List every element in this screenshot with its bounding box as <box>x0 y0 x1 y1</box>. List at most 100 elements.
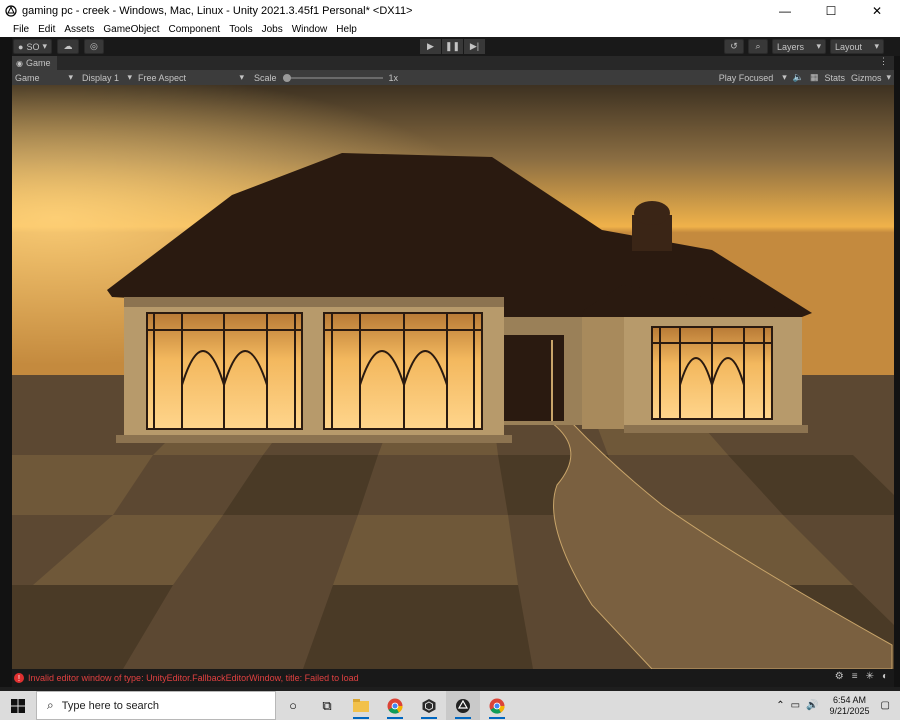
chevron-down-icon: ▾ <box>816 41 821 51</box>
progress-icon[interactable]: ≡ <box>852 671 858 682</box>
menu-tools[interactable]: Tools <box>229 24 252 35</box>
layers-dropdown[interactable]: Layers ▾ <box>772 39 826 54</box>
menu-assets[interactable]: Assets <box>64 24 94 35</box>
chevron-down-icon: ▾ <box>874 41 879 51</box>
pause-button[interactable]: ❚❚ <box>442 39 463 54</box>
gizmos-label: Gizmos <box>851 72 882 83</box>
layers-label: Layers <box>777 41 805 52</box>
menu-jobs[interactable]: Jobs <box>262 24 283 35</box>
account-dropdown[interactable]: ● SO ▾ <box>13 39 52 54</box>
file-explorer-icon[interactable] <box>344 691 378 720</box>
clock[interactable]: 6:54 AM 9/21/2025 <box>830 695 870 717</box>
chevron-down-icon: ▾ <box>782 72 787 82</box>
menu-component[interactable]: Component <box>169 24 221 35</box>
scale-slider[interactable] <box>282 73 383 82</box>
pause-icon: ❚❚ <box>444 41 461 51</box>
debug-icon[interactable]: ⚙ <box>835 671 844 682</box>
scale-slider-thumb[interactable] <box>282 73 291 82</box>
play-button[interactable]: ▶ <box>420 39 441 54</box>
view-mode-label: Game <box>15 72 40 83</box>
title-bar: gaming pc - creek - Windows, Mac, Linux … <box>0 0 900 22</box>
keyboard-icon: ▦ <box>809 72 819 82</box>
maximize-button[interactable]: ☐ <box>808 0 854 22</box>
history-icon: ↺ <box>730 41 738 51</box>
chevron-up-icon[interactable]: ⌃ <box>776 700 784 711</box>
settings-icon[interactable]: ◐ <box>882 671 888 682</box>
layout-label: Layout <box>835 41 863 52</box>
more-options-icon[interactable]: ⋮ <box>879 56 888 67</box>
unity-editor-window: gaming pc - creek - Windows, Mac, Linux … <box>0 0 900 720</box>
menu-edit[interactable]: Edit <box>38 24 55 35</box>
play-icon: ▶ <box>427 41 434 51</box>
step-icon: ▶| <box>469 41 480 51</box>
cortana-icon[interactable]: ○ <box>276 691 310 720</box>
unity-editor-icon[interactable] <box>446 691 480 720</box>
cloud-icon: ☁ <box>63 41 73 51</box>
scene-render <box>12 85 894 669</box>
mute-audio-button[interactable]: 🔈 <box>790 70 807 85</box>
start-button[interactable] <box>0 691 36 720</box>
network-icon[interactable]: ▭ <box>791 700 800 711</box>
tab-bar: ◉ Game ⋮ <box>12 56 894 70</box>
chrome-icon-2[interactable] <box>480 691 514 720</box>
task-view-icon[interactable]: ⧉ <box>310 691 344 720</box>
clock-date: 9/21/2025 <box>829 705 870 716</box>
collab-button[interactable]: ◎ <box>83 39 104 54</box>
shortcut-toggle-button[interactable]: ▦ <box>807 70 822 85</box>
search-placeholder: Type here to search <box>61 699 159 712</box>
menu-window[interactable]: Window <box>292 24 328 35</box>
layout-dropdown[interactable]: Layout ▾ <box>830 39 884 54</box>
display-label: Display 1 <box>82 72 120 83</box>
clock-time: 6:54 AM <box>833 694 867 705</box>
console-status-bar[interactable]: ! Invalid editor window of type: UnityEd… <box>12 669 894 687</box>
minimize-button[interactable]: — <box>762 0 808 22</box>
windows-logo-icon <box>11 698 25 713</box>
volume-icon[interactable]: 🔊 <box>806 700 818 711</box>
main-toolbar: ● SO ▾ ☁ ◎ ▶ ❚❚ ▶| ↺ ⌕ Layers ▾ Layout ▾ <box>0 37 900 56</box>
display-dropdown[interactable]: Display 1 ▾ <box>79 70 135 85</box>
front-door <box>504 335 564 421</box>
account-label: SO <box>26 41 40 52</box>
chevron-down-icon: ▾ <box>42 41 47 51</box>
collab-icon: ◎ <box>90 41 98 51</box>
unity-logo-icon <box>0 0 22 22</box>
chevron-down-icon: ▾ <box>886 72 891 82</box>
tab-game-label: Game <box>25 58 51 68</box>
chevron-down-icon: ▾ <box>239 72 244 82</box>
toolbar-right: ↺ ⌕ Layers ▾ Layout ▾ <box>724 39 888 54</box>
aspect-dropdown[interactable]: Free Aspect ▾ <box>135 70 247 85</box>
play-mode-dropdown[interactable]: Play Focused ▾ <box>716 70 790 85</box>
error-icon: ! <box>14 673 24 683</box>
menu-file[interactable]: File <box>13 24 29 35</box>
bug-icon[interactable]: ✳ <box>866 671 874 682</box>
view-mode-dropdown[interactable]: Game ▾ <box>12 70 76 85</box>
game-viewport[interactable] <box>12 85 894 669</box>
menu-gameobject[interactable]: GameObject <box>103 24 159 35</box>
close-button[interactable]: ✕ <box>854 0 900 22</box>
search-button[interactable]: ⌕ <box>748 39 768 54</box>
speaker-icon: 🔈 <box>792 72 804 82</box>
playmode-controls: ▶ ❚❚ ▶| <box>420 39 486 54</box>
unity-hub-icon[interactable] <box>412 691 446 720</box>
notification-icon[interactable]: ▢ <box>881 700 890 711</box>
undo-history-button[interactable]: ↺ <box>724 39 744 54</box>
account-icon: ● <box>18 41 24 52</box>
window-title: gaming pc - creek - Windows, Mac, Linux … <box>22 5 413 17</box>
stats-button[interactable]: Stats <box>821 70 848 85</box>
aspect-label: Free Aspect <box>138 72 187 83</box>
step-button[interactable]: ▶| <box>464 39 485 54</box>
scale-label: Scale <box>254 72 277 83</box>
chevron-down-icon: ▾ <box>127 72 132 82</box>
game-view-toolbar: Game ▾ Display 1 ▾ Free Aspect ▾ Scale 1… <box>12 70 894 85</box>
status-icons: ⚙ ≡ ✳ ◐ <box>827 671 888 682</box>
chrome-icon[interactable] <box>378 691 412 720</box>
play-mode-label: Play Focused <box>718 72 774 83</box>
search-icon: ⌕ <box>47 698 54 712</box>
taskbar-search-box[interactable]: ⌕ Type here to search <box>36 691 276 720</box>
gizmos-dropdown[interactable]: Gizmos ▾ <box>848 70 894 85</box>
stats-label: Stats <box>824 72 845 83</box>
tab-game[interactable]: ◉ Game <box>12 56 57 70</box>
menu-help[interactable]: Help <box>336 24 357 35</box>
cloud-button[interactable]: ☁ <box>56 39 79 54</box>
menu-bar: File Edit Assets GameObject Component To… <box>0 22 900 37</box>
